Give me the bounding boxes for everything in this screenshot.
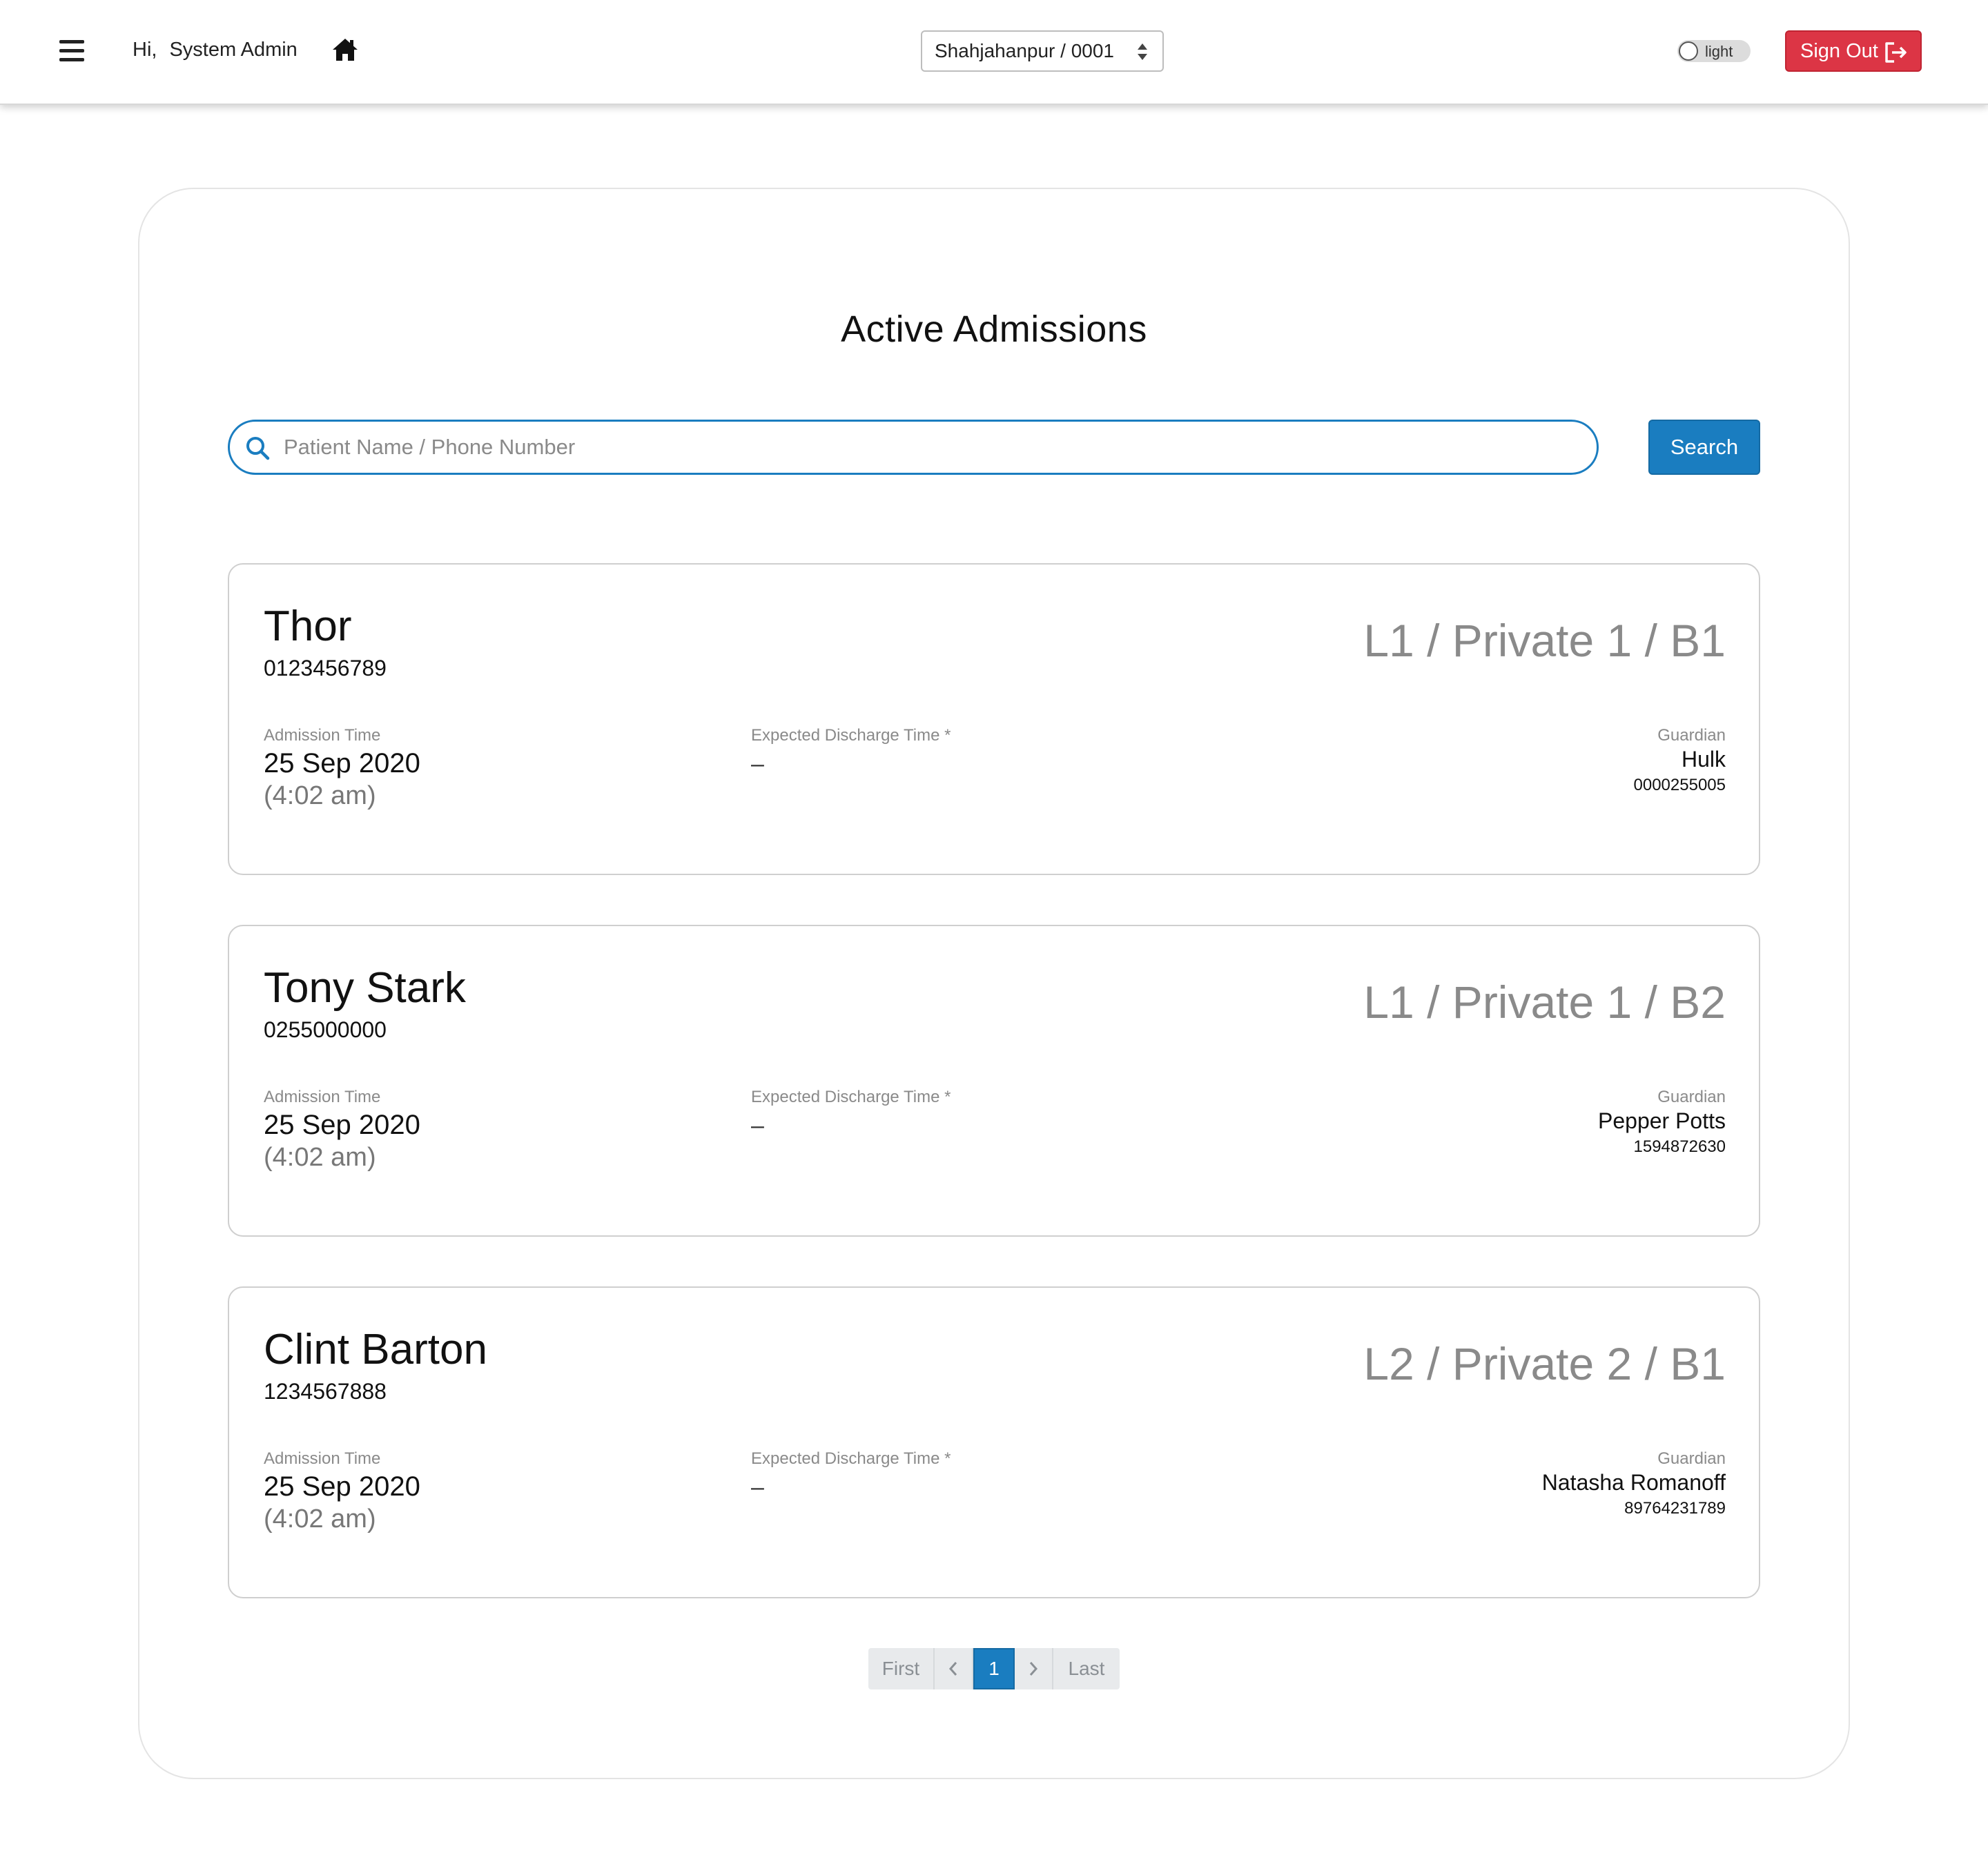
search-button[interactable]: Search — [1648, 420, 1760, 475]
patient-phone: 0123456789 — [264, 656, 387, 680]
sign-out-icon — [1885, 42, 1907, 63]
admission-clock-time: (4:02 am) — [264, 1143, 376, 1172]
admission-date: 25 Sep 2020 — [264, 1110, 420, 1140]
admission-date: 25 Sep 2020 — [264, 748, 420, 778]
admission-date: 25 Sep 2020 — [264, 1471, 420, 1502]
pagination: First 1 Last — [868, 1648, 1120, 1689]
patient-phone: 1234567888 — [264, 1379, 387, 1404]
branch-select-value: Shahjahanpur / 0001 — [935, 40, 1114, 61]
toggle-knob — [1679, 41, 1698, 61]
bed-location: L1 / Private 1 / B2 — [1363, 977, 1726, 1028]
bed-location: L2 / Private 2 / B1 — [1363, 1338, 1726, 1389]
guardian-name: Pepper Potts — [1598, 1108, 1726, 1133]
search-box[interactable] — [228, 420, 1599, 475]
pagination-next-button[interactable] — [1015, 1648, 1053, 1689]
page-title: Active Admissions — [841, 308, 1147, 350]
admission-time-label: Admission Time — [264, 1088, 381, 1106]
guardian-phone: 89764231789 — [1624, 1499, 1726, 1518]
expected-discharge-value: – — [751, 1474, 764, 1500]
chevron-left-icon — [948, 1662, 957, 1676]
expected-discharge-value: – — [751, 1113, 764, 1139]
sign-out-label: Sign Out — [1800, 39, 1878, 62]
admission-time-label: Admission Time — [264, 1449, 381, 1468]
hamburger-menu-icon[interactable] — [59, 40, 84, 63]
pagination-prev-button[interactable] — [935, 1648, 973, 1689]
admission-clock-time: (4:02 am) — [264, 781, 376, 810]
chevron-right-icon — [1029, 1662, 1038, 1676]
user-greeting: Hi, System Admin — [133, 39, 298, 61]
patient-name: Tony Stark — [264, 964, 466, 1012]
guardian-phone: 1594872630 — [1633, 1137, 1726, 1156]
home-icon[interactable] — [331, 36, 359, 63]
search-input[interactable] — [284, 429, 1581, 466]
pagination-current-page[interactable]: 1 — [973, 1648, 1015, 1689]
guardian-name: Natasha Romanoff — [1541, 1470, 1726, 1495]
expected-discharge-label: Expected Discharge Time * — [751, 1449, 951, 1468]
admission-time-label: Admission Time — [264, 726, 381, 745]
expected-discharge-value: – — [751, 751, 764, 777]
select-arrows-icon — [1138, 43, 1147, 60]
expected-discharge-label: Expected Discharge Time * — [751, 1088, 951, 1106]
admission-card[interactable]: Clint Barton 1234567888 L2 / Private 2 /… — [228, 1286, 1760, 1598]
guardian-phone: 0000255005 — [1633, 776, 1726, 794]
toggle-track[interactable]: light — [1677, 40, 1751, 62]
admission-card[interactable]: Tony Stark 0255000000 L1 / Private 1 / B… — [228, 925, 1760, 1237]
guardian-label: Guardian — [1657, 1449, 1726, 1468]
guardian-label: Guardian — [1657, 1088, 1726, 1106]
branch-select[interactable]: Shahjahanpur / 0001 — [921, 30, 1164, 72]
top-navbar: Hi, System Admin Shahjahanpur / 0001 ligh… — [0, 0, 1988, 105]
patient-phone: 0255000000 — [264, 1017, 387, 1042]
admission-card[interactable]: Thor 0123456789 L1 / Private 1 / B1 Admi… — [228, 563, 1760, 875]
guardian-label: Guardian — [1657, 726, 1726, 745]
admission-clock-time: (4:02 am) — [264, 1505, 376, 1533]
pagination-first-button[interactable]: First — [868, 1648, 935, 1689]
guardian-name: Hulk — [1681, 747, 1726, 772]
theme-toggle[interactable]: light — [1677, 40, 1751, 62]
pagination-last-button[interactable]: Last — [1053, 1648, 1120, 1689]
sign-out-button[interactable]: Sign Out — [1785, 30, 1922, 72]
theme-label: light — [1705, 43, 1733, 60]
user-name: System Admin — [169, 39, 298, 61]
patient-name: Clint Barton — [264, 1326, 487, 1373]
greeting-hi: Hi, — [133, 39, 157, 61]
bed-location: L1 / Private 1 / B1 — [1363, 615, 1726, 666]
expected-discharge-label: Expected Discharge Time * — [751, 726, 951, 745]
patient-name: Thor — [264, 602, 352, 650]
search-icon — [246, 437, 270, 460]
